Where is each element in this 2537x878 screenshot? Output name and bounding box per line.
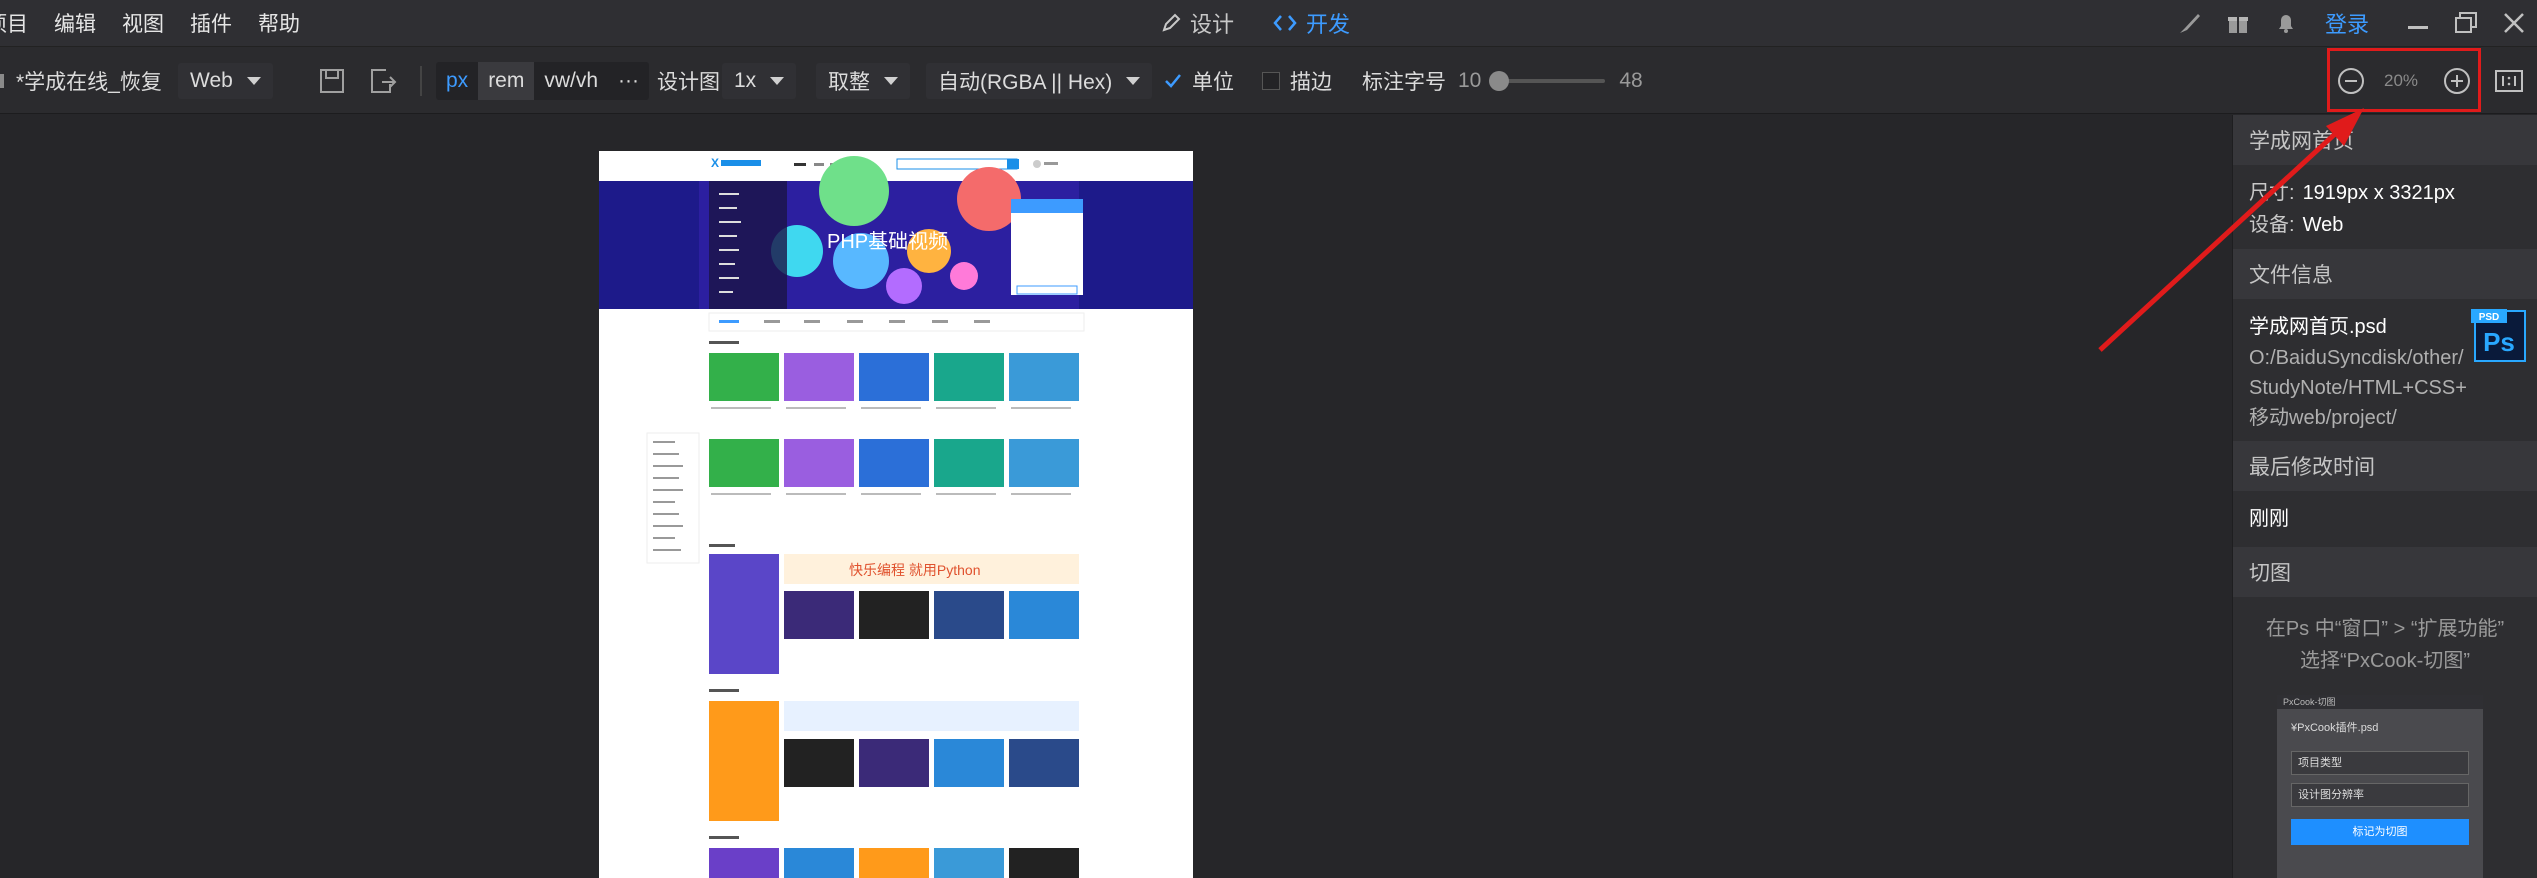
menu-bar: 项目 编辑 视图 插件 帮助 [0, 0, 326, 46]
slice-hint-line-1: 在Ps 中“窗口” > “扩展功能” [2265, 618, 2505, 640]
login-link[interactable]: 登录 [2325, 7, 2369, 39]
device-select[interactable]: Web [178, 47, 273, 115]
dev-mode-label: 开发 [1306, 12, 1351, 37]
menu-project[interactable]: 项目 [0, 8, 28, 38]
unit-vw-vh[interactable]: vw/vh [534, 69, 608, 93]
python-banner-text: 快乐编程 就用Python [849, 562, 980, 578]
checkmark-icon [1164, 72, 1182, 90]
file-path-line-2: StudyNote/HTML+CSS+ [2249, 377, 2467, 399]
device-row: 设备: Web [2233, 209, 2537, 241]
brush-icon[interactable] [2175, 8, 2205, 38]
toolbar: *学成在线_恢复 Web px rem vw/vh ··· 设计图 1x 取整 [0, 46, 2537, 114]
file-info: 学成网首页.psd O:/BaiduSyncdisk/other/ StudyN… [2233, 309, 2537, 433]
minimize-icon[interactable] [2403, 8, 2433, 38]
unit-px[interactable]: px [436, 69, 478, 93]
psd-badge: PSD [2479, 312, 2500, 323]
plugin-file: ¥PxCook插件.psd [2291, 722, 2379, 734]
actual-size-button[interactable] [2494, 47, 2524, 115]
chevron-down-icon [770, 77, 785, 85]
design-scale-select[interactable]: 1x [722, 47, 797, 115]
toolbar-divider [420, 66, 422, 96]
banner-title: PHP基础视频 [827, 230, 948, 253]
dev-mode-tab[interactable]: 开发 [1272, 7, 1350, 39]
pxcook-window: 项目 编辑 视图 插件 帮助 设计 开发 [0, 0, 2537, 878]
design-canvas[interactable]: X PHP基础视频 快乐编程 就用Python [0, 115, 2232, 878]
maximize-icon[interactable] [2451, 8, 2481, 38]
size-value: 1919px x 3321px [2302, 182, 2455, 204]
size-label: 尺寸: [2249, 182, 2295, 204]
font-size-label: 标注字号 [1362, 71, 1446, 94]
export-button[interactable] [368, 47, 398, 115]
unit-checkbox[interactable]: 单位 [1164, 47, 1234, 115]
slider-handle[interactable] [1489, 71, 1510, 91]
font-size-max: 48 [1619, 69, 1643, 92]
save-icon [320, 69, 344, 93]
export-icon [371, 69, 397, 93]
unit-switch: px rem vw/vh ··· [436, 47, 650, 115]
slice-header: 切图 [2233, 547, 2537, 597]
modified-value: 刚刚 [2249, 508, 2289, 530]
file-path-line-3: 移动web/project/ [2249, 407, 2397, 429]
tab-marker [0, 74, 4, 88]
pen-icon [1162, 13, 1181, 32]
window-controls: 登录 [2175, 0, 2537, 46]
gift-icon[interactable] [2223, 8, 2253, 38]
font-size-min: 10 [1458, 69, 1482, 92]
stroke-checkbox[interactable]: 描边 [1262, 47, 1332, 115]
svg-text:Ps: Ps [2483, 327, 2515, 357]
checkbox-box [1262, 72, 1280, 90]
plugin-title: PxCook-切图 [2277, 695, 2483, 709]
menu-plugins[interactable]: 插件 [190, 8, 232, 38]
stroke-checkbox-label: 描边 [1290, 71, 1332, 94]
file-info-header: 文件信息 [2233, 249, 2537, 299]
svg-text:X: X [711, 156, 719, 170]
menu-view[interactable]: 视图 [122, 8, 164, 38]
file-tab[interactable]: *学成在线_恢复 [0, 47, 162, 115]
rounding-select[interactable]: 取整 [816, 47, 910, 115]
rounding-value: 取整 [828, 71, 870, 94]
device-value: Web [2302, 214, 2344, 236]
slice-hint-line-2: 选择“PxCook-切图” [2299, 650, 2470, 672]
plugin-resolution: 设计图分辨率 [2291, 783, 2469, 807]
plugin-mark-button: 标记为切图 [2291, 819, 2469, 845]
title-bar: 项目 编辑 视图 插件 帮助 设计 开发 [0, 0, 2537, 46]
design-mode-label: 设计 [1190, 12, 1235, 37]
chevron-down-icon [246, 77, 261, 85]
artboard-title: 学成网首页 [2233, 115, 2537, 165]
save-button[interactable] [318, 47, 346, 115]
photoshop-file-icon: Ps PSD [2471, 309, 2527, 363]
mode-switch: 设计 开发 [1160, 0, 1388, 46]
menu-help[interactable]: 帮助 [258, 8, 300, 38]
plugin-preview: PxCook-切图 ¥PxCook插件.psd 项目类型 设计图分辨率 标记为切… [2277, 695, 2483, 878]
info-panel: 学成网首页 尺寸: 1919px x 3321px 设备: Web 文件信息 学成网… [2232, 115, 2537, 878]
design-scale-value: 1x [734, 69, 757, 92]
zoom-highlight-box [2327, 48, 2481, 112]
font-size-slider[interactable] [1489, 71, 1606, 91]
unit-checkbox-label: 单位 [1192, 71, 1234, 94]
plugin-project-type: 项目类型 [2291, 751, 2469, 775]
code-icon [1273, 15, 1297, 31]
actual-size-icon [2495, 70, 2523, 92]
device-select-value: Web [190, 69, 233, 92]
chevron-down-icon [1126, 77, 1141, 85]
device-label: 设备: [2249, 214, 2295, 236]
design-mode-tab[interactable]: 设计 [1160, 7, 1234, 39]
unit-rem[interactable]: rem [478, 62, 535, 100]
font-size-control: 标注字号 10 48 [1362, 47, 1643, 115]
bell-icon[interactable] [2271, 8, 2301, 38]
unit-more[interactable]: ··· [608, 69, 649, 93]
chevron-down-icon [884, 77, 898, 85]
file-tab-name: *学成在线_恢复 [16, 71, 162, 94]
slice-hint: 在Ps 中“窗口” > “扩展功能” 选择“PxCook-切图” [2233, 613, 2537, 677]
size-row: 尺寸: 1919px x 3321px [2233, 177, 2537, 209]
close-icon[interactable] [2499, 8, 2529, 38]
menu-edit[interactable]: 编辑 [54, 8, 96, 38]
design-scale-label: 设计图 [657, 71, 720, 94]
color-mode-value: 自动(RGBA || Hex) [938, 71, 1113, 94]
page-thumbnail: X PHP基础视频 快乐编程 就用Python [599, 151, 1193, 878]
design-preview[interactable]: X PHP基础视频 快乐编程 就用Python [599, 151, 1193, 878]
modified-header: 最后修改时间 [2233, 441, 2537, 491]
color-mode-select[interactable]: 自动(RGBA || Hex) [926, 47, 1153, 115]
